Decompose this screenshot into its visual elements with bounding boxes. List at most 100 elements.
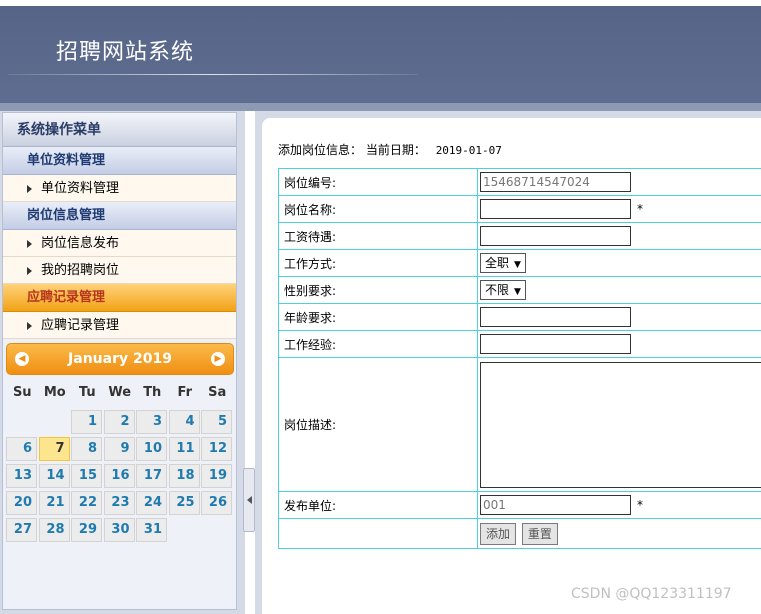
salary-field[interactable] — [480, 226, 631, 246]
gender-label: 性别要求: — [278, 276, 478, 304]
calendar-day[interactable]: 20 — [6, 491, 37, 515]
dropdown-arrow-icon: ▼ — [514, 260, 521, 270]
weekday-label: Th — [143, 385, 162, 400]
arrow-right-icon — [27, 239, 32, 248]
calendar-month-label: January 2019 — [68, 351, 172, 367]
app-title: 招聘网站系统 — [56, 40, 195, 65]
menu-group-applications[interactable]: 应聘记录管理 — [3, 284, 236, 312]
calendar-day[interactable]: 16 — [103, 464, 135, 488]
calendar-day[interactable]: 22 — [71, 491, 102, 515]
calendar-day[interactable]: 19 — [201, 464, 232, 488]
calendar-day[interactable]: 15 — [71, 464, 102, 488]
menu-item-label: 单位资料管理 — [41, 181, 120, 196]
job-id-field[interactable]: 15468714547024 — [480, 172, 631, 192]
calendar-day[interactable]: 17 — [136, 464, 167, 488]
arrow-right-icon — [27, 321, 32, 330]
calendar-day[interactable]: 11 — [168, 437, 200, 461]
form-info: 添加岗位信息： 当前日期： 2019-01-07 — [278, 141, 502, 158]
calendar-widget: ◀ January 2019 ▶ Su Mo Tu We Th Fr Sa 12345678… — [6, 343, 234, 552]
weekday-label: Su — [12, 385, 32, 400]
calendar-header: ◀ January 2019 ▶ — [6, 343, 234, 375]
submit-button[interactable]: 添加 — [480, 522, 517, 545]
dropdown-arrow-icon: ▼ — [514, 287, 521, 297]
menu-item-application-records[interactable]: 应聘记录管理 — [3, 312, 236, 339]
calendar-day[interactable]: 27 — [6, 518, 37, 542]
calendar-day[interactable]: 13 — [6, 464, 37, 488]
weekday-label: We — [108, 385, 132, 400]
calendar-day[interactable]: 29 — [71, 518, 102, 542]
weekday-label: Fr — [177, 385, 192, 400]
calendar-day[interactable]: 3 — [136, 410, 167, 434]
next-month-icon[interactable]: ▶ — [211, 352, 225, 366]
calendar-empty-cell — [201, 518, 232, 542]
calendar-day[interactable]: 18 — [168, 464, 200, 488]
calendar-day[interactable]: 6 — [6, 437, 37, 461]
experience-label: 工作经验: — [278, 330, 478, 358]
menu-group-company[interactable]: 单位资料管理 — [3, 147, 236, 175]
calendar-day[interactable]: 26 — [201, 491, 232, 515]
collapse-left-icon — [247, 496, 252, 504]
salary-label: 工资待遇: — [278, 222, 478, 250]
header-stripe — [0, 103, 761, 111]
calendar-day[interactable]: 31 — [136, 518, 167, 542]
work-mode-label: 工作方式: — [278, 249, 478, 277]
job-name-label: 岗位名称: — [278, 195, 478, 223]
description-label: 岗位描述: — [278, 357, 478, 492]
calendar-day[interactable]: 5 — [201, 410, 232, 434]
calendar-day[interactable]: 28 — [38, 518, 70, 542]
menu-title: 系统操作菜单 — [3, 113, 236, 147]
weekday-label: Tu — [78, 385, 96, 400]
description-textarea[interactable] — [480, 361, 761, 488]
calendar-day[interactable]: 8 — [71, 437, 102, 461]
reset-button[interactable]: 重置 — [521, 522, 558, 545]
work-mode-value: 全职 — [485, 256, 510, 270]
age-label: 年龄要求: — [278, 303, 478, 331]
calendar-day[interactable]: 25 — [168, 491, 200, 515]
prev-month-icon[interactable]: ◀ — [15, 352, 29, 366]
calendar-empty-cell — [6, 410, 37, 434]
gender-select[interactable]: 不限 ▼ — [480, 280, 526, 300]
buttons-label-cell — [278, 518, 478, 549]
weekday-label: Sa — [208, 385, 227, 400]
job-form: 岗位编号: 15468714547024 岗位名称: * 工资待遇: 工作方式:… — [278, 168, 761, 549]
calendar-empty-cell — [39, 410, 70, 434]
calendar-day[interactable]: 2 — [103, 410, 135, 434]
form-heading: 添加岗位信息： — [278, 143, 363, 157]
calendar-empty-cell — [169, 518, 200, 542]
menu-item-label: 我的招聘岗位 — [41, 263, 120, 278]
header-divider — [8, 74, 418, 75]
calendar-day[interactable]: 12 — [201, 437, 232, 461]
calendar-day[interactable]: 4 — [168, 410, 200, 434]
menu-item-label: 岗位信息发布 — [41, 236, 120, 251]
arrow-right-icon — [27, 266, 32, 275]
sidebar-toggle[interactable] — [243, 468, 255, 532]
job-id-label: 岗位编号: — [278, 168, 478, 196]
menu-item-label: 应聘记录管理 — [41, 318, 120, 333]
calendar-day[interactable]: 9 — [103, 437, 135, 461]
calendar-day[interactable]: 7 — [38, 437, 70, 461]
menu-item-my-jobs[interactable]: 我的招聘岗位 — [3, 257, 236, 284]
calendar-day[interactable]: 14 — [38, 464, 70, 488]
calendar-day[interactable]: 1 — [71, 410, 102, 434]
arrow-right-icon — [27, 184, 32, 193]
calendar-day[interactable]: 23 — [103, 491, 135, 515]
age-field[interactable] — [480, 307, 631, 327]
experience-field[interactable] — [480, 334, 631, 354]
required-mark: * — [637, 201, 643, 216]
menu-item-company-profile[interactable]: 单位资料管理 — [3, 175, 236, 202]
calendar-day[interactable]: 21 — [38, 491, 70, 515]
date-label: 当前日期： — [365, 143, 426, 157]
work-mode-select[interactable]: 全职 ▼ — [480, 253, 526, 273]
calendar-day[interactable]: 24 — [136, 491, 167, 515]
menu-item-publish-job[interactable]: 岗位信息发布 — [3, 230, 236, 257]
job-name-field[interactable] — [480, 199, 631, 219]
calendar-day[interactable]: 30 — [103, 518, 135, 542]
watermark: CSDN @QQ123311197 — [571, 586, 732, 602]
gender-value: 不限 — [485, 283, 510, 297]
calendar-weekdays: Su Mo Tu We Th Fr Sa — [6, 381, 234, 405]
menu-group-jobs[interactable]: 岗位信息管理 — [3, 202, 236, 230]
publisher-field[interactable]: 001 — [480, 495, 631, 515]
calendar-days: 1 2 3 4 5 6 7 8 9 10 11 12 13 14 15 16 17 18 19 20 21 22 23 24 2… — [6, 410, 234, 542]
calendar-day[interactable]: 10 — [136, 437, 167, 461]
publisher-label: 发布单位: — [278, 491, 478, 519]
